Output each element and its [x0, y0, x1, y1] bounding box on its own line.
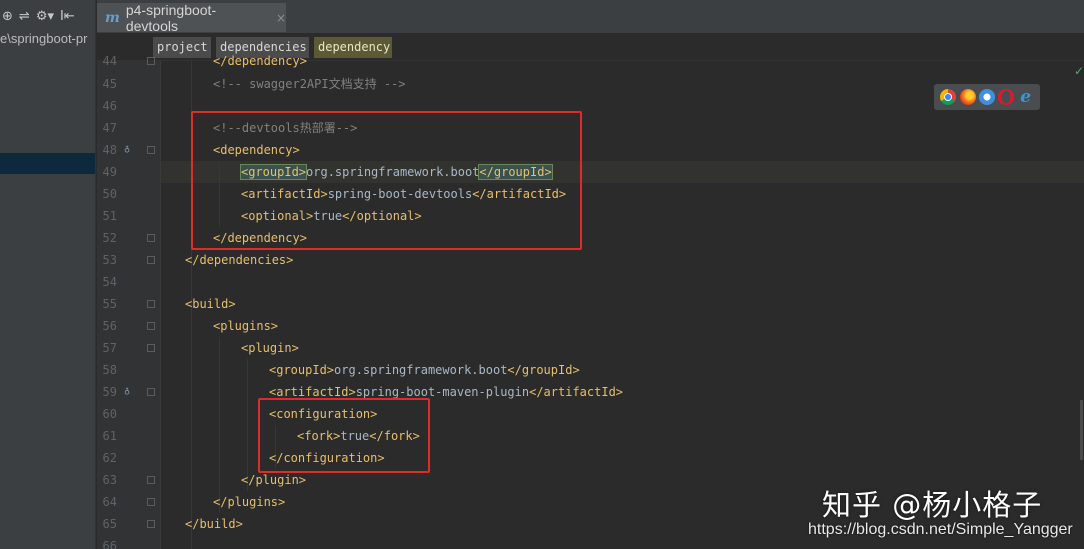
scrollbar[interactable]	[1080, 400, 1083, 460]
code-text: <plugins>	[213, 319, 279, 333]
tab-pom[interactable]: m p4-springboot-devtools ×	[97, 1, 286, 34]
code-line: 56 <plugins>	[97, 315, 1084, 337]
line-number: 49	[102, 165, 117, 179]
code-text: </dependencies>	[185, 253, 294, 267]
highlight-box-devtools	[191, 111, 582, 250]
line-number: 60	[102, 407, 117, 421]
fold-marker[interactable]	[147, 498, 155, 506]
line-number: 50	[102, 187, 117, 201]
fold-marker[interactable]	[147, 476, 155, 484]
code-line: 57 <plugin>	[97, 337, 1084, 359]
close-icon[interactable]: ×	[276, 11, 286, 25]
tab-label: p4-springboot-devtools	[125, 1, 217, 34]
implement-icon[interactable]: ♁	[124, 144, 133, 155]
fold-marker[interactable]	[147, 146, 155, 154]
line-number: 61	[102, 429, 117, 443]
line-number: 44	[102, 54, 117, 68]
chrome-icon[interactable]	[940, 89, 957, 105]
fold-marker[interactable]	[147, 256, 155, 264]
project-selected-row[interactable]	[0, 153, 95, 174]
fold-marker[interactable]	[147, 234, 155, 242]
code-text: <plugin>	[241, 341, 299, 355]
code-line: 59 ♁ <artifactId>spring-boot-maven-plugi…	[97, 381, 1084, 403]
safari-icon[interactable]	[978, 89, 995, 105]
maven-icon: m	[105, 9, 120, 26]
line-number: 62	[102, 451, 117, 465]
project-panel: ⊕ ⇌ ⚙▾ I⇤ e\springboot-pr	[0, 0, 96, 549]
code-line: 54	[97, 271, 1084, 293]
line-number: 46	[102, 99, 117, 113]
watermark-zhihu: 知乎 @杨小格子	[822, 488, 1043, 522]
inspection-ok-icon[interactable]: ✓	[1074, 64, 1084, 78]
line-number: 59	[102, 385, 117, 399]
firefox-icon[interactable]	[959, 89, 976, 105]
line-number: 66	[102, 539, 117, 549]
highlight-box-configuration	[258, 398, 430, 473]
fold-marker[interactable]	[147, 388, 155, 396]
line-number: 58	[102, 363, 117, 377]
code-line: 62 </configuration>	[97, 447, 1084, 469]
code-comment: <!-- swagger2API文档支持 -->	[213, 77, 406, 91]
watermark-url: https://blog.csdn.net/Simple_Yangger	[808, 521, 1073, 538]
line-number: 64	[102, 495, 117, 509]
fold-marker[interactable]	[147, 520, 155, 528]
line-number: 45	[102, 77, 117, 91]
opera-icon[interactable]	[998, 89, 1015, 105]
settings-icon[interactable]: ⚙▾	[36, 9, 54, 24]
project-toolbar: ⊕ ⇌ ⚙▾ I⇤	[0, 0, 95, 32]
line-number: 53	[102, 253, 117, 267]
fold-marker[interactable]	[147, 57, 155, 65]
code-line: 53 </dependencies>	[97, 249, 1084, 271]
code-text: </plugins>	[213, 495, 286, 509]
line-number: 52	[102, 231, 117, 245]
line-number: 47	[102, 121, 117, 135]
code-line: 55 <build>	[97, 293, 1084, 315]
line-number: 48	[102, 143, 117, 157]
code-line: 60 <configuration>	[97, 403, 1084, 425]
hide-icon[interactable]: I⇤	[60, 9, 75, 24]
code-text: <build>	[185, 297, 236, 311]
line-number: 57	[102, 341, 117, 355]
line-number: 65	[102, 517, 117, 531]
fold-marker[interactable]	[147, 344, 155, 352]
editor-tab-bar: m p4-springboot-devtools ×	[97, 0, 1084, 34]
project-path[interactable]: e\springboot-pr	[0, 31, 95, 46]
browser-preview-bar: e	[934, 84, 1040, 110]
ie-icon[interactable]: e	[1018, 89, 1034, 106]
collapse-icon[interactable]: ⇌	[19, 9, 30, 24]
code-line: 44 </dependency>	[97, 50, 1084, 72]
target-icon[interactable]: ⊕	[2, 9, 13, 24]
implement-icon[interactable]: ♁	[124, 386, 133, 397]
line-number: 56	[102, 319, 117, 333]
line-number: 55	[102, 297, 117, 311]
line-number: 51	[102, 209, 117, 223]
fold-marker[interactable]	[147, 322, 155, 330]
line-number: 54	[102, 275, 117, 289]
code-text: </dependency>	[213, 54, 307, 68]
line-number: 63	[102, 473, 117, 487]
fold-marker[interactable]	[147, 300, 155, 308]
code-text: </build>	[185, 517, 243, 531]
code-line: 61 <fork>true</fork>	[97, 425, 1084, 447]
code-line: 58 <groupId>org.springframework.boot</gr…	[97, 359, 1084, 381]
code-text: <groupId>org.springframework.boot</group…	[269, 363, 580, 377]
